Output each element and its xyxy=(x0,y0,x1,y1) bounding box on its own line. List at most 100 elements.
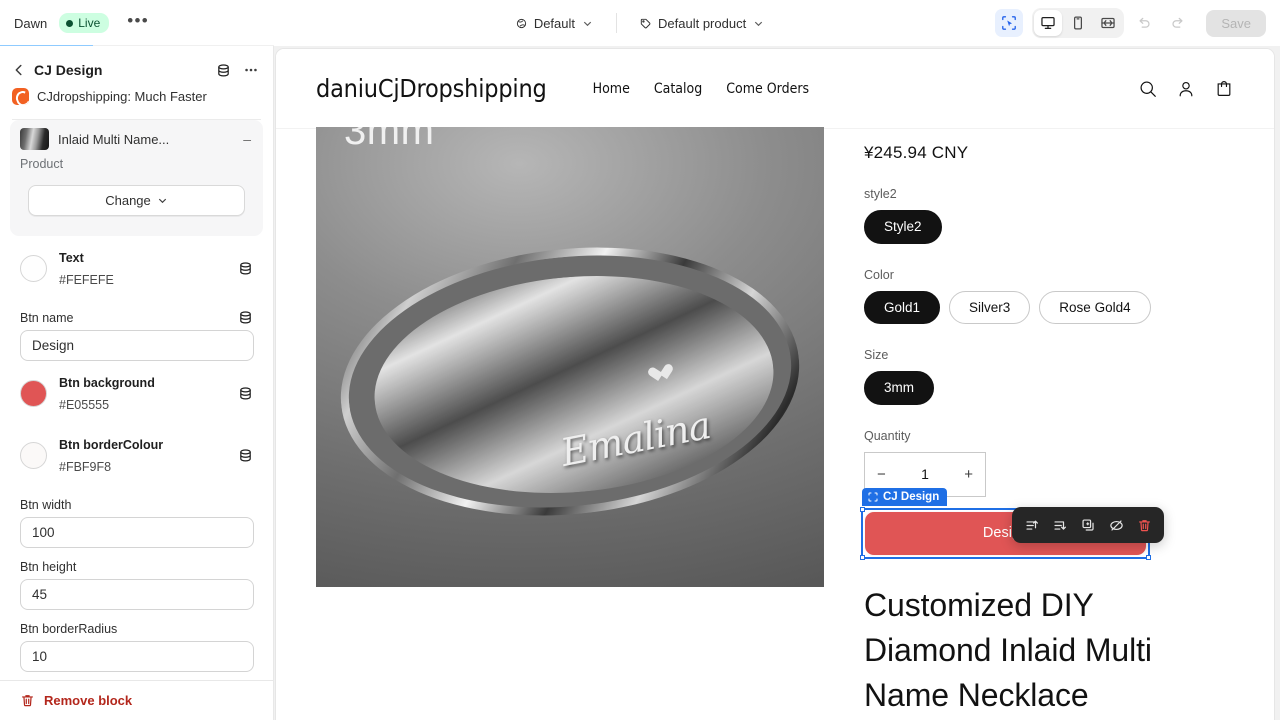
template-selector-label: Default product xyxy=(658,15,747,31)
fullscreen-icon[interactable] xyxy=(1094,10,1122,36)
btn-borderradius-input[interactable] xyxy=(20,640,254,672)
product-picker-row[interactable]: Inlaid Multi Name... – xyxy=(20,128,253,150)
redo-icon[interactable] xyxy=(1164,9,1192,37)
search-icon[interactable] xyxy=(1138,79,1158,99)
theme-more-button[interactable]: ••• xyxy=(121,11,155,35)
chevron-down-icon xyxy=(158,198,166,204)
color-swatch[interactable] xyxy=(20,255,47,283)
option-pill-3mm[interactable]: 3mm xyxy=(864,371,934,405)
database-icon[interactable] xyxy=(214,61,233,80)
cjdropshipping-logo xyxy=(12,88,29,105)
chevron-down-icon xyxy=(583,21,592,26)
quantity-decrease-icon[interactable]: − xyxy=(877,466,886,483)
color-label: Btn borderColour xyxy=(59,438,164,453)
option-pill-rose-gold4[interactable]: Rose Gold4 xyxy=(1039,290,1151,324)
resize-handle[interactable] xyxy=(860,554,865,560)
device-preview-group xyxy=(1032,8,1125,38)
save-button[interactable]: Save xyxy=(1206,9,1266,37)
page-title: CJ Design xyxy=(34,62,103,78)
nav-item-come-orders[interactable]: Come Orders xyxy=(726,81,809,97)
product-hero-image[interactable]: 3mm Emalina xyxy=(316,127,824,587)
theme-editor-app: Dawn Live ••• Default Default product Sa… xyxy=(0,0,1280,720)
btn-name-input[interactable] xyxy=(20,330,254,362)
quantity-increase-icon[interactable]: + xyxy=(964,466,973,483)
nav-item-catalog[interactable]: Catalog xyxy=(654,81,702,97)
product-page-area: 3mm Emalina ¥245.94 CNY style2 Style2 Co… xyxy=(276,127,1274,720)
storefront-header: daniuCjDropshipping Home Catalog Come Or… xyxy=(276,49,1274,129)
field-label: Btn height xyxy=(20,559,77,574)
product-thumbnail xyxy=(20,128,49,150)
color-swatch[interactable] xyxy=(20,380,47,408)
move-up-icon[interactable] xyxy=(1020,513,1044,537)
resize-handle[interactable] xyxy=(860,506,865,512)
inspector-select-icon[interactable] xyxy=(995,9,1024,37)
change-button-label: Change xyxy=(105,193,151,208)
btn-height-input[interactable] xyxy=(20,578,254,610)
remove-block-button[interactable]: Remove block xyxy=(0,680,273,720)
chevron-left-icon[interactable] xyxy=(12,63,26,77)
quantity-label: Quantity xyxy=(864,428,911,443)
database-icon[interactable] xyxy=(238,261,253,276)
option-label-style2: style2 xyxy=(864,187,897,201)
field-head-btn-name: Btn name xyxy=(0,298,273,330)
template-selector[interactable]: Default product xyxy=(631,11,773,36)
cart-icon[interactable] xyxy=(1214,79,1234,99)
quantity-value: 1 xyxy=(921,466,929,482)
theme-preview-frame[interactable]: daniuCjDropshipping Home Catalog Come Or… xyxy=(275,48,1275,720)
image-size-caption: 3mm xyxy=(344,127,435,153)
sidebar-scroll-area[interactable]: Inlaid Multi Name... – Product Change Te… xyxy=(0,120,273,680)
field-head-btn-borderradius: Btn borderRadius xyxy=(0,610,273,641)
nav-item-home[interactable]: Home xyxy=(593,81,630,97)
move-down-icon[interactable] xyxy=(1048,513,1072,537)
account-icon[interactable] xyxy=(1176,79,1196,99)
status-badge: Live xyxy=(59,13,110,33)
hide-icon[interactable] xyxy=(1104,513,1128,537)
field-head-btn-width: Btn width xyxy=(0,486,273,517)
option-pill-silver3[interactable]: Silver3 xyxy=(949,290,1031,324)
mobile-icon[interactable] xyxy=(1064,10,1092,36)
color-setting-btn-background[interactable]: Btn background #E05555 xyxy=(0,361,273,423)
product-picker-card: Inlaid Multi Name... – Product Change xyxy=(10,120,263,236)
field-label: Btn width xyxy=(20,497,72,512)
field-label: Btn name xyxy=(20,310,74,325)
option-pill-style2[interactable]: Style2 xyxy=(864,210,942,244)
option-pill-gold1[interactable]: Gold1 xyxy=(864,290,941,324)
topbar-left: Dawn Live ••• xyxy=(0,11,430,35)
change-product-button[interactable]: Change xyxy=(28,185,245,216)
globe-icon xyxy=(516,18,526,28)
btn-width-input[interactable] xyxy=(20,516,254,548)
heart-charm-icon xyxy=(647,365,667,385)
option-values-size: 3mm xyxy=(864,371,1234,405)
color-swatch[interactable] xyxy=(20,442,47,470)
database-icon[interactable] xyxy=(238,386,253,401)
theme-name: Dawn xyxy=(14,15,48,31)
block-settings-sidebar: CJ Design CJdropshipping: Much Faster In… xyxy=(0,46,274,720)
app-row: CJdropshipping: Much Faster xyxy=(12,88,261,107)
undo-icon[interactable] xyxy=(1130,9,1158,37)
sidebar-title-row: CJ Design xyxy=(12,60,261,80)
database-icon[interactable] xyxy=(238,448,253,463)
color-texts: Text #FEFEFE xyxy=(59,247,226,290)
theme-selector[interactable]: Default xyxy=(507,11,602,36)
color-value: #E05555 xyxy=(59,397,110,412)
trash-icon xyxy=(22,695,33,707)
collapse-icon[interactable]: – xyxy=(241,132,253,146)
store-logo[interactable]: daniuCjDropshipping xyxy=(316,74,547,103)
block-frame-icon xyxy=(868,492,878,501)
resize-handle[interactable] xyxy=(1146,554,1151,560)
product-gallery[interactable]: 3mm Emalina xyxy=(316,127,824,720)
delete-icon[interactable] xyxy=(1132,513,1156,537)
color-label: Text xyxy=(59,251,84,265)
topbar-center: Default Default product xyxy=(430,11,850,36)
sidebar-header: CJ Design CJdropshipping: Much Faster xyxy=(0,46,273,120)
database-icon[interactable] xyxy=(238,310,253,325)
duplicate-icon[interactable] xyxy=(1076,513,1100,537)
topbar-divider xyxy=(616,13,618,33)
app-name: CJdropshipping: Much Faster xyxy=(37,89,207,104)
color-setting-text[interactable]: Text #FEFEFE xyxy=(0,236,273,298)
color-setting-btn-bordercolour[interactable]: Btn borderColour #FBF9F8 xyxy=(0,423,273,485)
more-horizontal-icon[interactable] xyxy=(241,60,261,80)
topbar-right: Save xyxy=(850,8,1280,38)
desktop-icon[interactable] xyxy=(1034,10,1063,36)
color-value: #FBF9F8 xyxy=(59,459,112,474)
